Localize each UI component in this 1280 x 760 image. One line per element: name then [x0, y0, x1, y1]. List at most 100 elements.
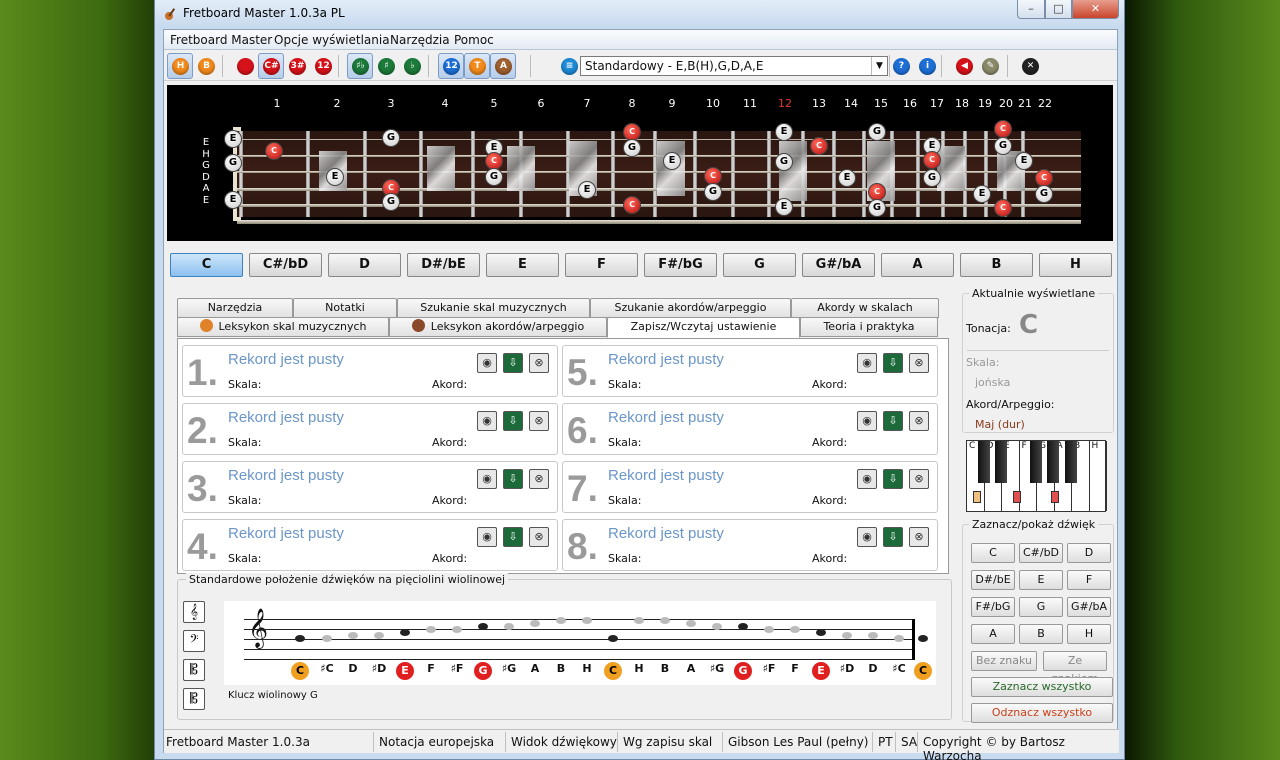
key-button-9[interactable]: A — [881, 253, 954, 277]
note-marker[interactable]: E — [224, 130, 242, 148]
key-button-6[interactable]: F#/bG — [644, 253, 717, 277]
maximize-button[interactable]: □ — [1045, 0, 1072, 19]
note-marker[interactable]: E — [224, 191, 242, 209]
key-button-2[interactable]: D — [328, 253, 401, 277]
note-marker[interactable]: G — [485, 168, 503, 186]
close-button[interactable]: ✕ — [1072, 0, 1119, 19]
with-sign-button[interactable]: Ze znakiem — [1043, 651, 1107, 685]
note-marker[interactable]: G — [1035, 185, 1053, 203]
mark-note-2[interactable]: D — [1067, 543, 1111, 563]
tuning-icon[interactable]: ≡ — [556, 53, 582, 79]
record-6[interactable]: 6. Rekord jest pusty Skala: Akord: ◉ ⇩ ⊗ — [562, 403, 938, 455]
twelve-button[interactable]: 12 — [310, 53, 336, 79]
load-record-button[interactable]: ⇩ — [503, 411, 523, 431]
key-button-11[interactable]: H — [1039, 253, 1112, 277]
menu-tools[interactable]: Narzędzia — [390, 33, 450, 47]
info-button[interactable]: i — [914, 53, 940, 79]
tenor-clef-button[interactable]: 𝄡 — [183, 688, 205, 710]
clear-record-button[interactable]: ⊗ — [529, 353, 549, 373]
key-button-5[interactable]: F — [565, 253, 638, 277]
load-record-button[interactable]: ⇩ — [503, 527, 523, 547]
load-record-button[interactable]: ⇩ — [883, 411, 903, 431]
tab-3[interactable]: Szukanie akordów/arpeggio — [590, 298, 791, 318]
clear-record-button[interactable]: ⊗ — [529, 469, 549, 489]
record-8[interactable]: 8. Rekord jest pusty Skala: Akord: ◉ ⇩ ⊗ — [562, 519, 938, 571]
tab-2[interactable]: Szukanie skal muzycznych — [397, 298, 590, 318]
mark-note-1[interactable]: C#/bD — [1019, 543, 1063, 563]
clear-record-button[interactable]: ⊗ — [909, 353, 929, 373]
note-marker[interactable]: G — [994, 137, 1012, 155]
note-marker[interactable]: G — [775, 153, 793, 171]
treble-clef-button[interactable]: 𝄞 — [183, 601, 205, 623]
key-button-3[interactable]: D#/bE — [407, 253, 480, 277]
chevron-down-icon[interactable]: ▼ — [871, 57, 887, 75]
view-record-button[interactable]: ◉ — [477, 411, 497, 431]
without-sign-button[interactable]: Bez znaku — [971, 651, 1037, 671]
help-button[interactable]: ? — [888, 53, 914, 79]
record-3[interactable]: 3. Rekord jest pusty Skala: Akord: ◉ ⇩ ⊗ — [182, 461, 558, 513]
note-marker[interactable]: E — [1015, 152, 1033, 170]
key-button-7[interactable]: G — [723, 253, 796, 277]
mark-note-7[interactable]: G — [1019, 597, 1063, 617]
view-record-button[interactable]: ◉ — [857, 411, 877, 431]
tab-1[interactable]: Notatki — [293, 298, 397, 318]
note-marker[interactable]: G — [623, 139, 641, 157]
deselect-all-button[interactable]: Odznacz wszystko — [971, 703, 1113, 723]
mark-note-6[interactable]: F#/bG — [971, 597, 1015, 617]
flat-button[interactable]: ♭ — [399, 53, 425, 79]
note-marker[interactable]: G — [382, 193, 400, 211]
sharp-button[interactable]: ♯ — [373, 53, 399, 79]
twelve-blue-button[interactable]: 12 — [438, 53, 464, 79]
menu-display-options[interactable]: Opcje wyświetlania — [274, 33, 390, 47]
view-record-button[interactable]: ◉ — [477, 469, 497, 489]
piano-black-key[interactable] — [995, 441, 1007, 483]
note-marker[interactable]: C — [623, 196, 641, 214]
a-button[interactable]: A — [490, 53, 516, 79]
piano-black-key[interactable] — [1047, 441, 1059, 483]
key-button-1[interactable]: C#/bD — [249, 253, 322, 277]
piano-black-key[interactable] — [978, 441, 990, 483]
title-bar[interactable]: Fretboard Master 1.0.3a PL – □ ✕ — [155, 0, 1124, 28]
b-button[interactable]: B — [193, 53, 219, 79]
note-marker[interactable]: C — [810, 137, 828, 155]
key-button-10[interactable]: B — [960, 253, 1033, 277]
record-4[interactable]: 4. Rekord jest pusty Skala: Akord: ◉ ⇩ ⊗ — [182, 519, 558, 571]
tab-8[interactable]: Teoria i praktyka — [800, 317, 938, 337]
record-1[interactable]: 1. Rekord jest pusty Skala: Akord: ◉ ⇩ ⊗ — [182, 345, 558, 397]
mark-note-4[interactable]: E — [1019, 570, 1063, 590]
mark-note-11[interactable]: H — [1067, 624, 1111, 644]
mark-note-3[interactable]: D#/bE — [971, 570, 1015, 590]
note-marker[interactable]: G — [382, 129, 400, 147]
sharp-flat-button[interactable]: ♯♭ — [347, 53, 373, 79]
minimize-button[interactable]: – — [1017, 0, 1045, 19]
note-marker[interactable]: E — [775, 123, 793, 141]
note-marker[interactable]: G — [868, 123, 886, 141]
tools-button[interactable]: ✎ — [977, 53, 1003, 79]
red-dot-button[interactable] — [232, 53, 258, 79]
view-record-button[interactable]: ◉ — [857, 353, 877, 373]
note-marker[interactable]: E — [838, 169, 856, 187]
load-record-button[interactable]: ⇩ — [883, 353, 903, 373]
bass-clef-button[interactable]: 𝄢 — [183, 630, 205, 652]
fretboard[interactable]: EHGDAE 1 2 3 4 5 6 7 8 9 10 11 12 13 14 15 16 17 18 19 20 21… — [167, 85, 1113, 241]
view-record-button[interactable]: ◉ — [477, 353, 497, 373]
note-marker[interactable]: C — [923, 151, 941, 169]
record-2[interactable]: 2. Rekord jest pusty Skala: Akord: ◉ ⇩ ⊗ — [182, 403, 558, 455]
load-record-button[interactable]: ⇩ — [883, 527, 903, 547]
note-marker[interactable]: G — [923, 169, 941, 187]
clear-record-button[interactable]: ⊗ — [909, 469, 929, 489]
load-record-button[interactable]: ⇩ — [883, 469, 903, 489]
note-marker[interactable]: C — [265, 142, 283, 160]
note-marker[interactable]: C — [994, 120, 1012, 138]
clear-record-button[interactable]: ⊗ — [529, 527, 549, 547]
view-record-button[interactable]: ◉ — [857, 527, 877, 547]
load-record-button[interactable]: ⇩ — [503, 353, 523, 373]
note-marker[interactable]: C — [994, 199, 1012, 217]
menu-help[interactable]: Pomoc — [454, 33, 494, 47]
alto-clef-button[interactable]: 𝄡 — [183, 659, 205, 681]
record-7[interactable]: 7. Rekord jest pusty Skala: Akord: ◉ ⇩ ⊗ — [562, 461, 938, 513]
key-button-0[interactable]: C — [170, 253, 243, 277]
piano-black-key[interactable] — [1065, 441, 1077, 483]
clear-record-button[interactable]: ⊗ — [529, 411, 549, 431]
h-button[interactable]: H — [167, 53, 193, 79]
